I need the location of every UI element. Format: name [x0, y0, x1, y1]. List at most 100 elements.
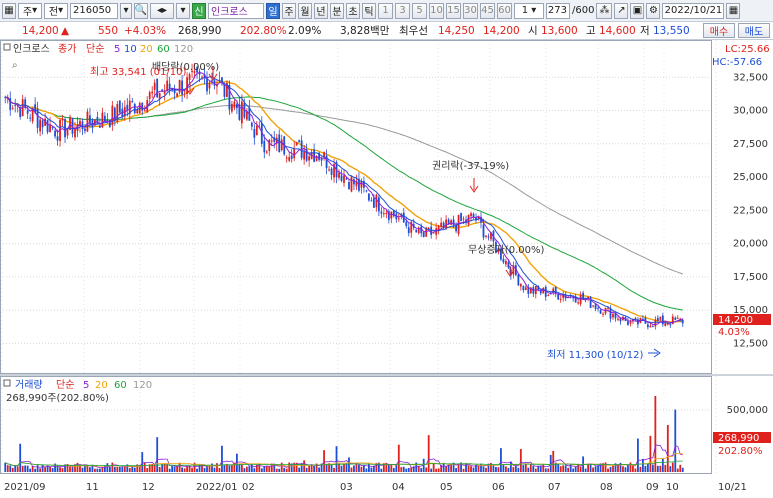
volume-bar [392, 468, 395, 472]
volume-bar [557, 464, 560, 472]
tab-second[interactable]: 초 [346, 2, 360, 19]
candle-body [206, 78, 208, 92]
tab-tick[interactable]: 틱 [362, 2, 376, 19]
volume-bar [131, 466, 134, 472]
period-1-button[interactable]: 1 [378, 2, 393, 19]
volume-bar [455, 468, 457, 472]
candle-body [460, 213, 462, 222]
period-select[interactable]: 전 ▾ [44, 2, 68, 19]
candle-body [345, 178, 348, 180]
volume-bar [128, 468, 131, 472]
turnover-rate: 2.09% [288, 24, 322, 37]
tab-month[interactable]: 월 [298, 2, 312, 19]
date-input[interactable]: 2022/10/21 [662, 2, 725, 19]
volume-bar [368, 463, 370, 472]
chart-settings-icon[interactable]: ↗ [614, 2, 629, 19]
stock-code-input[interactable]: 216050 [70, 2, 118, 19]
candle-body [328, 169, 330, 171]
stock-name-field: 인크로스 [208, 2, 264, 19]
volume-bar [445, 466, 448, 472]
period-45-button[interactable]: 45 [480, 2, 495, 19]
volume-bar [656, 465, 659, 472]
tab-day[interactable]: 일 [266, 2, 280, 19]
volume-bar [681, 467, 684, 472]
volume-bar [477, 465, 480, 472]
period-select-value: 전 [48, 7, 59, 18]
period-30-button[interactable]: 30 [463, 2, 478, 19]
candle-body [487, 236, 490, 238]
magnify-icon[interactable]: ⌕ [12, 60, 18, 71]
volume-bar [9, 465, 12, 472]
period-60-button[interactable]: 60 [497, 2, 512, 19]
candle-body [462, 218, 465, 220]
save-icon[interactable]: ▣ [630, 2, 645, 19]
time-tick-label: 10 [666, 482, 679, 493]
count-input[interactable]: 273 [546, 2, 570, 19]
candle-body [156, 78, 159, 98]
candle-body [11, 108, 14, 110]
candle-body [54, 130, 56, 137]
volume-bar [213, 467, 216, 472]
volume-bar [572, 468, 575, 472]
volume-bar [629, 462, 632, 472]
tools-icon[interactable]: ⁂ [596, 2, 613, 19]
period-5-button[interactable]: 5 [412, 2, 427, 19]
calendar-icon[interactable]: ▦ [726, 2, 741, 19]
period-10-button[interactable]: 10 [429, 2, 444, 19]
volume-bar [514, 465, 517, 472]
volume-bar [323, 450, 325, 472]
candle-body [432, 232, 435, 234]
candle-body [589, 296, 592, 308]
candle-body [235, 104, 238, 109]
volume-bar [587, 464, 590, 472]
volume-bar [649, 435, 652, 472]
volume-bar [181, 467, 183, 472]
gear-icon[interactable]: ⚙ [646, 2, 661, 19]
volume-bar [348, 457, 350, 472]
dropdown-icon[interactable]: ▾ [176, 2, 190, 19]
prev-next-button[interactable]: ◂▸ [150, 2, 174, 19]
volume-bar [118, 466, 121, 472]
volume-bar [106, 463, 109, 472]
high-price: 14,600 [599, 24, 636, 37]
candle-body [659, 316, 662, 320]
volume-legend-method: 단순 [56, 379, 74, 391]
price-change-pct: +4.03% [124, 24, 167, 37]
volume-bar [4, 462, 7, 472]
candle-body [290, 155, 293, 159]
candle-body [353, 179, 355, 185]
market-select[interactable]: 주 ▾ [18, 2, 42, 19]
volume-bar [121, 466, 124, 472]
period-15-button[interactable]: 15 [446, 2, 461, 19]
stock-chart[interactable]: 32,500 30,000 27,500 25,000 22,500 20,000 17,5… [0, 40, 773, 498]
tab-week[interactable]: 주 [282, 2, 296, 19]
grid-menu-icon[interactable]: ▦ [2, 2, 16, 19]
quote-bar: 14,200 ▲ 550 +4.03% 268,990 202.80% 2.09… [0, 22, 773, 40]
volume-bar [29, 468, 32, 472]
volume-bar [512, 467, 515, 472]
volume-bar [544, 468, 547, 472]
tab-year[interactable]: 년 [314, 2, 328, 19]
search-icon[interactable]: 🔍 [134, 2, 148, 19]
volume-bar [265, 466, 268, 472]
volume-bar [422, 458, 425, 472]
buy-button[interactable]: 매수 [703, 23, 735, 38]
tab-minute[interactable]: 분 [330, 2, 344, 19]
candle-body [163, 91, 166, 94]
volume-bar [632, 465, 634, 472]
time-tick-label: 09 [646, 482, 659, 493]
volume-bar [171, 466, 174, 472]
candle-body [14, 104, 17, 106]
candle-body [265, 151, 268, 153]
volume-bar [240, 464, 243, 472]
period-3-button[interactable]: 3 [395, 2, 410, 19]
code-dropdown-button[interactable]: ▾ [120, 2, 132, 19]
time-tick-label: 08 [600, 482, 613, 493]
volume-bar [203, 467, 206, 472]
sell-button[interactable]: 매도 [738, 23, 770, 38]
volume-bar [353, 465, 355, 472]
volume-bar [634, 468, 637, 472]
interval-select[interactable]: 1 ▾ [514, 2, 544, 19]
candle-body [445, 219, 448, 229]
volume-bar [562, 465, 565, 472]
